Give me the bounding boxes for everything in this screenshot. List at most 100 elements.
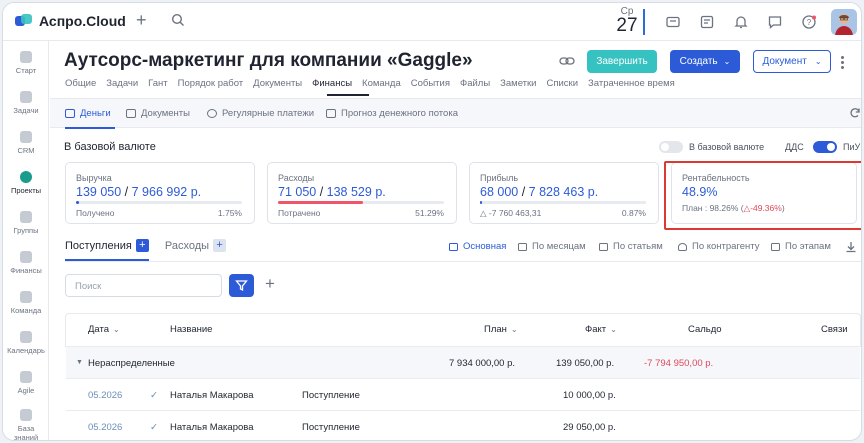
table-group-row[interactable]: ▼ Нераспределенные 7 934 000,00 р. 139 0… [66, 346, 860, 378]
subtab-regular-payments[interactable]: Регулярные платежи [207, 108, 314, 119]
team-icon [20, 291, 32, 303]
date-day: 27 [616, 15, 638, 36]
help-icon[interactable]: ? [801, 14, 817, 30]
subtab-money[interactable]: Деньги [65, 108, 111, 119]
tab-team[interactable]: Команда [362, 78, 401, 89]
chevron-down-icon: ⌄ [510, 325, 518, 334]
checkmark-icon: ✓ [150, 422, 158, 433]
tab-lists[interactable]: Списки [547, 78, 579, 89]
sidebar-item-calendar[interactable]: Календарь [3, 331, 49, 355]
tab-tasks[interactable]: Задачи [106, 78, 138, 89]
sidebar-label: Старт [15, 66, 37, 75]
highlight-box [664, 161, 861, 230]
divider [65, 261, 861, 262]
app-logo[interactable]: Аспро.Cloud [15, 13, 126, 29]
sidebar-item-finance[interactable]: Финансы [3, 251, 49, 275]
tab-gantt[interactable]: Гант [148, 78, 168, 89]
sidebar-item-tasks[interactable]: Задачи [3, 91, 49, 115]
group-fact: 139 050,00 р. [556, 358, 615, 369]
mail-icon[interactable] [665, 14, 681, 30]
filter-button[interactable] [229, 274, 254, 297]
view-by-stage[interactable]: По этапам [771, 241, 831, 252]
chevron-down-icon: ⌄ [723, 57, 731, 66]
view-label: По этапам [785, 241, 831, 252]
sidebar-item-knowledge-base[interactable]: База знаний [3, 409, 49, 440]
column-fact[interactable]: Факт ⌄ [585, 324, 617, 335]
card-sub-label: Получено [76, 208, 115, 218]
sidebar-item-crm[interactable]: CRM [3, 131, 49, 155]
card-sub-label: △ -7 760 463,31 [480, 208, 542, 218]
row-name[interactable]: Наталья Макарова [170, 422, 253, 433]
chevron-down-icon: ⌄ [610, 325, 617, 334]
view-by-item[interactable]: По статьям [599, 241, 663, 252]
document-button[interactable]: Документ ⌄ [753, 50, 831, 73]
table-row[interactable]: 05.2026 ✓ Наталья Макарова Поступление 2… [66, 410, 860, 440]
add-icon[interactable]: + [265, 274, 275, 294]
refresh-icon[interactable] [849, 107, 861, 119]
tab-expense[interactable]: Расходы [165, 240, 209, 252]
download-icon[interactable] [845, 241, 857, 253]
dds-piu-toggle[interactable] [813, 141, 837, 153]
more-menu-icon[interactable] [841, 56, 845, 71]
tab-work-order[interactable]: Порядок работ [178, 78, 244, 89]
row-date: 05.2026 [88, 390, 123, 401]
chat-icon[interactable] [767, 14, 783, 30]
subtab-label: Деньги [80, 108, 111, 119]
search-input[interactable]: Поиск [65, 274, 222, 297]
sidebar-item-agile[interactable]: Agile [3, 371, 49, 395]
column-saldo: Сальдо [688, 324, 722, 335]
add-icon[interactable]: + [136, 11, 147, 29]
column-plan[interactable]: План ⌄ [484, 324, 518, 335]
sidebar-label: Финансы [10, 266, 42, 275]
tab-income[interactable]: Поступления [65, 240, 132, 252]
card-percent: 1.75% [217, 208, 242, 218]
base-currency-toggle[interactable] [659, 141, 683, 153]
tab-general[interactable]: Общие [65, 78, 96, 89]
chevron-down-icon[interactable]: ▼ [76, 359, 83, 366]
sidebar-item-start[interactable]: Старт [3, 51, 49, 75]
sidebar-item-team[interactable]: Команда [3, 291, 49, 315]
tab-documents[interactable]: Документы [253, 78, 302, 89]
row-fact: 10 000,00 р. [563, 390, 616, 401]
add-expense-icon[interactable]: + [213, 239, 227, 252]
user-avatar[interactable] [831, 9, 857, 35]
filter-icon [235, 280, 248, 292]
view-label: По статьям [613, 241, 663, 252]
table-row[interactable]: 05.2026 ✓ Наталья Макарова Поступление 1… [66, 378, 860, 410]
revenue-card[interactable]: Выручка 139 050 / 7 966 992 р. Получено … [65, 162, 255, 224]
expenses-card[interactable]: Расходы 71 050 / 138 529 р. Потрачено 51… [267, 162, 457, 224]
tab-time-spent[interactable]: Затраченное время [588, 78, 675, 89]
sidebar-item-groups[interactable]: Группы [3, 211, 49, 235]
row-name[interactable]: Наталья Макарова [170, 390, 253, 401]
calendar-icon [518, 242, 527, 251]
tab-events[interactable]: События [411, 78, 450, 89]
create-button[interactable]: Создать ⌄ [670, 50, 740, 73]
column-date[interactable]: Дата ⌄ [88, 324, 120, 335]
calendar-date[interactable]: Ср 27 [613, 6, 641, 35]
view-by-counterparty[interactable]: По контрагенту [678, 241, 759, 252]
finish-button[interactable]: Завершить [587, 50, 657, 73]
document-icon[interactable] [699, 14, 715, 30]
view-main[interactable]: Основная [449, 241, 506, 252]
tab-files[interactable]: Файлы [460, 78, 490, 89]
subtab-cash-flow-forecast[interactable]: Прогноз денежного потока [326, 108, 458, 119]
tab-finance[interactable]: Финансы [312, 78, 352, 89]
row-date: 05.2026 [88, 422, 123, 433]
profit-card[interactable]: Прибыль 68 000 / 7 828 463 р. △ -7 760 4… [469, 162, 659, 224]
knowledge-base-icon [20, 409, 32, 421]
search-icon[interactable] [171, 13, 185, 27]
view-label: Основная [463, 241, 507, 252]
sidebar-item-projects[interactable]: Проекты [3, 171, 49, 195]
app-name: Аспро.Cloud [39, 13, 126, 29]
bell-icon[interactable] [733, 14, 749, 30]
link-icon[interactable] [559, 55, 575, 67]
view-by-month[interactable]: По месяцам [518, 241, 586, 252]
sidebar-label: Команда [10, 306, 42, 315]
add-income-icon[interactable]: + [135, 239, 149, 252]
subtab-documents[interactable]: Документы [126, 108, 190, 119]
dds-label: ДДС [785, 142, 804, 152]
column-links: Связи [821, 324, 848, 335]
svg-text:?: ? [807, 18, 812, 27]
sidebar-label: Agile [17, 386, 35, 395]
tab-notes[interactable]: Заметки [500, 78, 536, 89]
